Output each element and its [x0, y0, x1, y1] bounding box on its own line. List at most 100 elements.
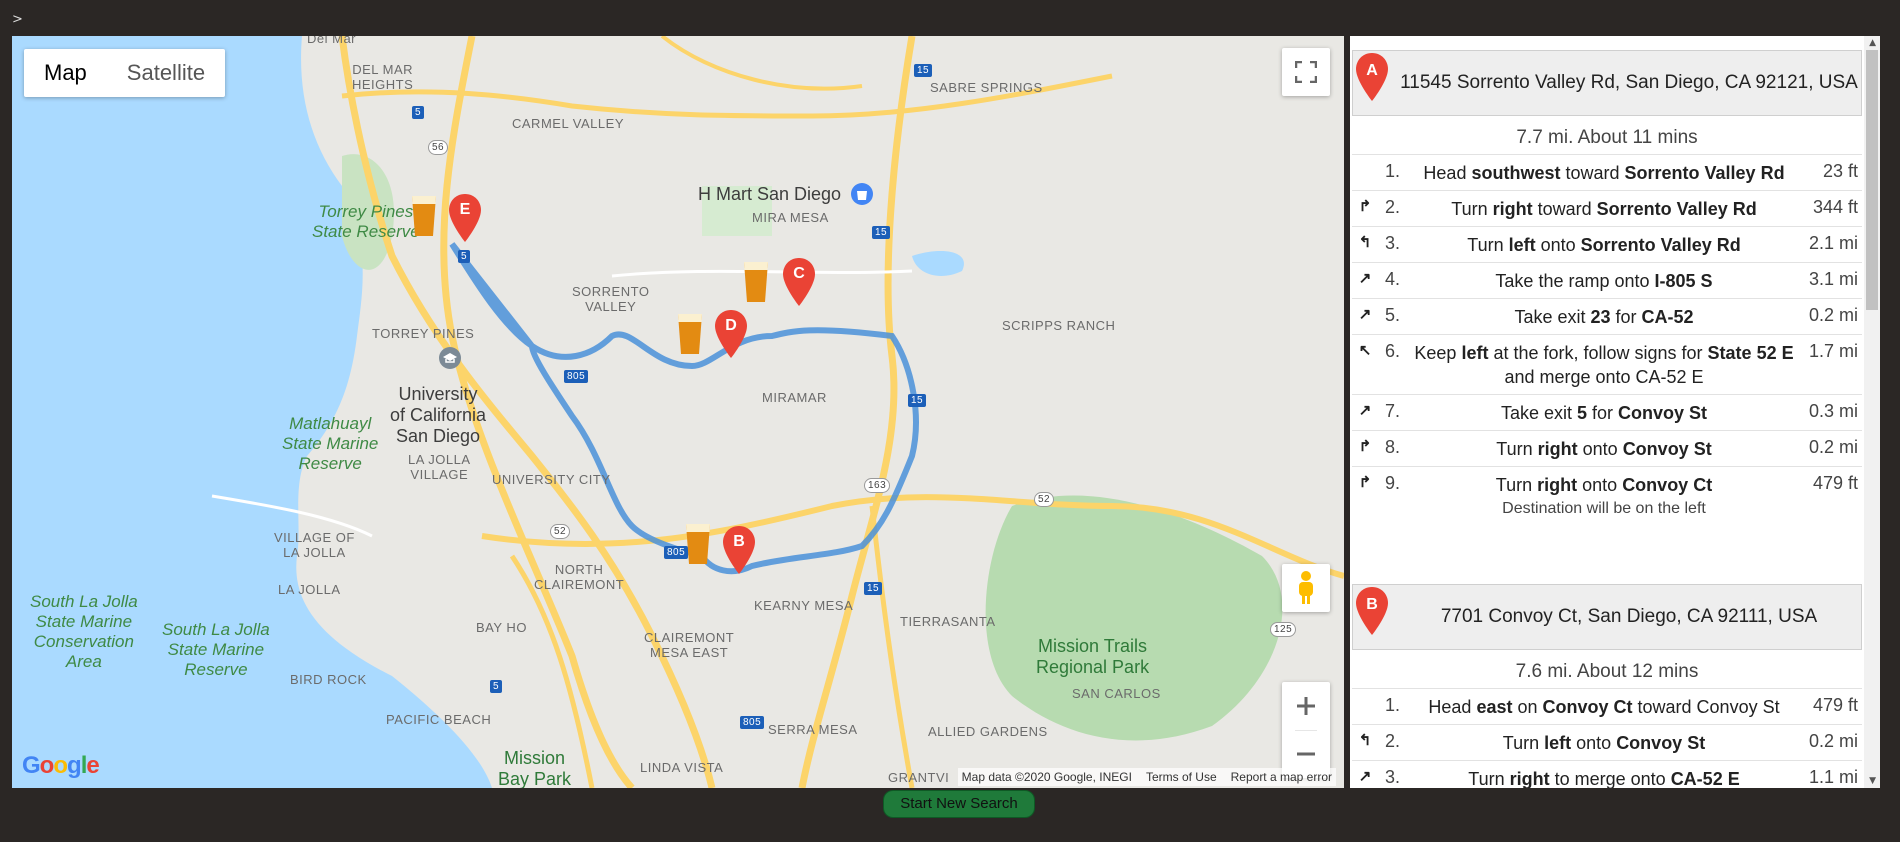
instruction-bold: I-805 S	[1654, 271, 1713, 291]
instruction-text: Turn	[1468, 769, 1510, 788]
label-h-mart[interactable]: H Mart San Diego	[698, 184, 841, 205]
direction-step[interactable]: ↱ 8. Turn right onto Convoy St 0.2 mi	[1352, 430, 1862, 466]
direction-step[interactable]: ↱ 2. Turn right toward Sorrento Valley Rd 3…	[1352, 190, 1862, 226]
shopping-bag-icon[interactable]	[850, 182, 874, 206]
step-distance: 3.1 mi	[1808, 269, 1858, 289]
directions-scrollbar[interactable]: ▲ ▼	[1864, 36, 1880, 788]
leg-address-b: B 7701 Convoy Ct, San Diego, CA 92111, U…	[1352, 584, 1862, 650]
step-instruction: Head east on Convoy Ct toward Convoy St	[1406, 695, 1802, 719]
instruction-text: onto	[1571, 733, 1617, 753]
marker-b[interactable]: B	[722, 526, 756, 576]
label-kearny-mesa: KEARNY MESA	[754, 598, 854, 613]
map-type-map-button[interactable]: Map	[24, 49, 107, 97]
map-type-satellite-button[interactable]: Satellite	[107, 49, 225, 97]
maneuver-icon: ↰	[1358, 234, 1372, 251]
maneuver-icon: ↱	[1358, 474, 1372, 491]
step-number: 9.	[1384, 473, 1400, 493]
direction-step[interactable]: ↗ 4. Take the ramp onto I-805 S 3.1 mi	[1352, 262, 1862, 298]
step-number: 6.	[1384, 341, 1400, 361]
fullscreen-button[interactable]	[1282, 48, 1330, 96]
beer-glass-icon[interactable]	[684, 520, 712, 566]
step-distance: 23 ft	[1822, 161, 1858, 181]
direction-step[interactable]: ↖ 6. Keep left at the fork, follow signs f…	[1352, 334, 1862, 394]
label-mission-bay-park: Mission Bay Park	[498, 748, 572, 788]
google-logo[interactable]: Google	[22, 752, 100, 780]
maneuver-icon: ↱	[1358, 198, 1372, 215]
direction-step[interactable]: 1. Head southwest toward Sorrento Valley …	[1352, 154, 1862, 190]
map-pin-icon: A	[1356, 53, 1388, 101]
direction-step[interactable]: ↱ 9. Turn right onto Convoy Ct Destination …	[1352, 466, 1862, 526]
marker-c[interactable]: C	[782, 258, 816, 308]
start-new-search-button[interactable]: Start New Search	[883, 790, 1035, 818]
instruction-bold: State 52 E	[1707, 343, 1794, 363]
instruction-text: for	[1587, 403, 1619, 423]
map-attribution: Map data ©2020 Google, INEGI Terms of Us…	[957, 768, 1336, 786]
shield-52-west: 52	[550, 524, 571, 539]
maneuver-icon: ↗	[1358, 306, 1372, 323]
instruction-bold: Convoy Ct	[1542, 697, 1633, 717]
step-list: 1. Head southwest toward Sorrento Valley …	[1352, 154, 1862, 526]
marker-d[interactable]: D	[714, 310, 748, 360]
label-la-jolla: LA JOLLA	[278, 582, 341, 597]
instruction-text: onto	[1577, 439, 1623, 459]
direction-leg: A 11545 Sorrento Valley Rd, San Diego, C…	[1352, 50, 1862, 526]
graduation-cap-icon[interactable]	[438, 346, 462, 370]
terms-of-use-link[interactable]: Terms of Use	[1146, 770, 1217, 784]
scroll-down-icon[interactable]: ▼	[1869, 776, 1876, 786]
beer-glass-icon[interactable]	[742, 258, 770, 304]
direction-step[interactable]: ↗ 7. Take exit 5 for Convoy St 0.3 mi	[1352, 394, 1862, 430]
direction-step[interactable]: ↰ 3. Turn left onto Sorrento Valley Rd 2.1 …	[1352, 226, 1862, 262]
street-view-pegman-button[interactable]	[1282, 564, 1330, 612]
instruction-text: toward	[1560, 163, 1625, 183]
shield-5-mid: 5	[458, 250, 471, 263]
instruction-text: Turn	[1502, 733, 1545, 753]
scroll-up-icon[interactable]: ▲	[1869, 38, 1876, 48]
instruction-bold: right	[1537, 475, 1578, 495]
instruction-bold: left	[1461, 343, 1489, 363]
direction-step[interactable]: ↗ 5. Take exit 23 for CA-52 0.2 mi	[1352, 298, 1862, 334]
step-note: Destination will be on the left	[1502, 500, 1706, 517]
plus-icon	[1297, 696, 1315, 715]
step-instruction: Head southwest toward Sorrento Valley Rd	[1406, 161, 1802, 185]
beer-glass-icon[interactable]	[676, 310, 704, 356]
zoom-control	[1282, 682, 1330, 778]
step-distance: 0.3 mi	[1808, 401, 1858, 421]
directions-panel[interactable]: A 11545 Sorrento Valley Rd, San Diego, C…	[1350, 36, 1880, 788]
instruction-text: Turn	[1451, 199, 1493, 219]
shield-15-east: 15	[908, 394, 927, 407]
map[interactable]: Del Mar DEL MAR HEIGHTS CARMEL VALLEY SA…	[12, 36, 1344, 788]
step-distance: 0.2 mi	[1808, 731, 1858, 751]
direction-step[interactable]: ↰ 2. Turn left onto Convoy St 0.2 mi	[1352, 724, 1862, 760]
step-distance: 0.2 mi	[1808, 305, 1858, 325]
label-sorrento-valley: SORRENTO VALLEY	[572, 284, 650, 314]
step-number: 1.	[1384, 161, 1400, 181]
step-number: 1.	[1384, 695, 1400, 715]
direction-step[interactable]: 1. Head east on Convoy Ct toward Convoy S…	[1352, 688, 1862, 724]
beer-glass-icon[interactable]	[410, 192, 438, 238]
marker-e[interactable]: E	[448, 194, 482, 244]
direction-step[interactable]: ↗ 3. Turn right to merge onto CA-52 E 1.1 m…	[1352, 760, 1862, 788]
step-number: 7.	[1384, 401, 1400, 421]
report-map-error-link[interactable]: Report a map error	[1231, 770, 1332, 784]
label-mission-trails[interactable]: Mission Trails Regional Park	[1036, 636, 1149, 678]
instruction-bold: Sorrento Valley Rd	[1596, 199, 1757, 219]
shield-163: 163	[864, 478, 891, 493]
shield-5-south: 5	[490, 680, 503, 693]
maneuver-icon: ↗	[1358, 270, 1372, 287]
instruction-bold: 5	[1577, 403, 1588, 423]
shield-15-north: 15	[914, 64, 933, 77]
instruction-text: onto	[1577, 475, 1623, 495]
label-university-city: UNIVERSITY CITY	[492, 472, 611, 487]
zoom-in-button[interactable]	[1295, 682, 1317, 730]
label-bird-rock: BIRD ROCK	[290, 672, 367, 687]
instruction-text: Head	[1428, 697, 1477, 717]
label-torrey-pines: TORREY PINES	[372, 326, 475, 341]
marker-label: E	[459, 201, 471, 218]
map-data-credit: Map data ©2020 Google, INEGI	[961, 770, 1132, 784]
instruction-bold: Sorrento Valley Rd	[1580, 235, 1741, 255]
scrollbar-thumb[interactable]	[1866, 50, 1878, 310]
shield-15-mid: 15	[872, 226, 891, 239]
label-ucsd[interactable]: University of California San Diego	[390, 384, 486, 447]
label-matlahuayl: Matlahuayl State Marine Reserve	[282, 414, 379, 473]
label-clairemont-mesa: CLAIREMONT MESA EAST	[644, 630, 735, 660]
